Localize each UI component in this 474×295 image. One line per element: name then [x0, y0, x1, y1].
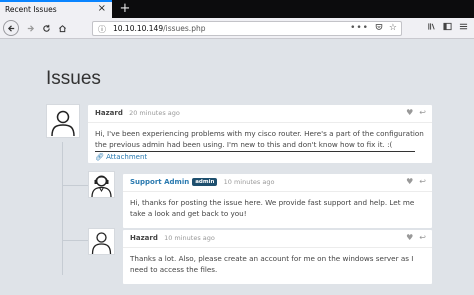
- back-button[interactable]: [3, 20, 19, 36]
- admin-badge: admin: [192, 178, 218, 186]
- reply-icon[interactable]: ↩: [419, 108, 426, 117]
- nav-bar: ⓘ 10.10.10.149/issues.php ••• ☆: [0, 18, 474, 39]
- page-content: Issues Hazard 20 minutes ago ♥ ↩ Hi, I've…: [0, 40, 474, 295]
- avatar: [46, 104, 80, 138]
- issue-body: Hi, I've been experiencing problems with…: [95, 129, 424, 163]
- back-icon: [7, 24, 14, 32]
- new-tab-button[interactable]: +: [118, 0, 132, 18]
- author-name[interactable]: Support Admin: [130, 178, 189, 186]
- bookmark-star-icon[interactable]: ☆: [389, 23, 397, 33]
- issue-text: Hi, I've been experiencing problems with…: [95, 129, 424, 149]
- support-avatar-icon: [91, 175, 112, 197]
- thread-line: [62, 142, 63, 275]
- tab-recent-issues[interactable]: Recent Issues ×: [0, 0, 112, 18]
- timestamp: 10 minutes ago: [164, 234, 215, 242]
- menu-icon[interactable]: [459, 22, 468, 34]
- url-path: /issues.php: [163, 24, 206, 33]
- page-title: Issues: [46, 68, 101, 89]
- reply-body: Thanks a lot. Also, please create an acc…: [130, 254, 424, 275]
- reply-text: Thanks a lot. Also, please create an acc…: [130, 254, 414, 274]
- reply-icon[interactable]: ↩: [419, 177, 426, 186]
- attachment-label: Attachment: [106, 153, 148, 161]
- heart-icon[interactable]: ♥: [406, 177, 413, 186]
- pocket-icon[interactable]: [375, 23, 383, 34]
- user-avatar-icon: [51, 110, 75, 137]
- tab-title: Recent Issues: [5, 5, 57, 14]
- heart-icon[interactable]: ♥: [406, 233, 413, 242]
- paperclip-icon: 🔗︎: [95, 153, 104, 161]
- forward-icon: [27, 24, 34, 32]
- more-icon[interactable]: •••: [350, 23, 369, 33]
- tab-bar: Recent Issues × +: [0, 0, 474, 18]
- avatar: [88, 228, 115, 255]
- home-icon: [58, 24, 66, 32]
- card-header: Hazard 10 minutes ago: [123, 230, 432, 248]
- author-name: Hazard: [130, 234, 158, 242]
- reply-text: Hi, thanks for posting the issue here. W…: [130, 198, 415, 218]
- reload-icon: [42, 24, 50, 32]
- attachment-link[interactable]: 🔗︎ Attachment: [95, 151, 415, 163]
- issue-card: Hazard 20 minutes ago ♥ ↩ Hi, I've been e…: [88, 105, 432, 163]
- reply-body: Hi, thanks for posting the issue here. W…: [130, 198, 424, 219]
- forward-button[interactable]: [22, 20, 38, 36]
- reply-card: Support Admin admin 10 minutes ago ♥ ↩ Hi,…: [123, 174, 432, 228]
- info-icon[interactable]: ⓘ: [98, 24, 106, 35]
- author-name: Hazard: [95, 109, 123, 117]
- heart-icon[interactable]: ♥: [406, 108, 413, 117]
- reply-card: Hazard 10 minutes ago ♥ ↩ Thanks a lot. A…: [123, 230, 432, 284]
- reply-icon[interactable]: ↩: [419, 233, 426, 242]
- sidebar-icon[interactable]: [443, 22, 452, 34]
- home-button[interactable]: [54, 20, 70, 36]
- reload-button[interactable]: [38, 20, 54, 36]
- timestamp: 20 minutes ago: [129, 109, 180, 117]
- url-bar[interactable]: ⓘ 10.10.10.149/issues.php ••• ☆: [92, 21, 402, 36]
- avatar: [88, 171, 115, 198]
- card-header: Support Admin admin 10 minutes ago: [123, 174, 432, 192]
- card-actions: ♥ ↩: [400, 177, 426, 186]
- card-header: Hazard 20 minutes ago: [88, 105, 432, 123]
- url-host: 10.10.10.149: [113, 24, 164, 33]
- card-actions: ♥ ↩: [400, 233, 426, 242]
- library-icon[interactable]: [427, 22, 436, 34]
- user-avatar-icon: [91, 232, 112, 254]
- timestamp: 10 minutes ago: [223, 178, 275, 186]
- card-actions: ♥ ↩: [400, 108, 426, 117]
- tab-close-icon[interactable]: ×: [98, 3, 106, 14]
- thread-connector: [62, 185, 88, 186]
- thread-connector: [62, 240, 88, 241]
